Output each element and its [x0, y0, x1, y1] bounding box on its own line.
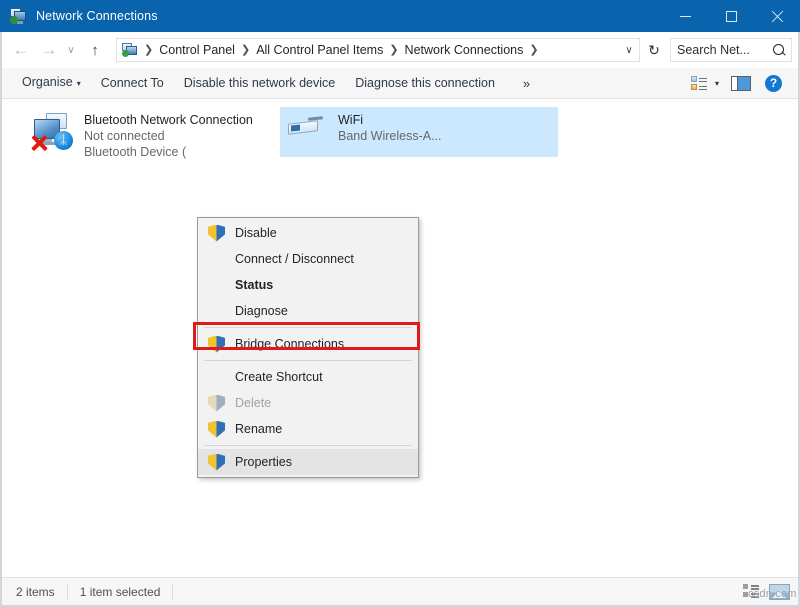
- menu-item-diagnose[interactable]: Diagnose: [198, 298, 418, 324]
- adapter-device: Band Wireless-A...: [338, 128, 442, 144]
- close-button[interactable]: [754, 0, 800, 32]
- shield-icon: [208, 225, 225, 242]
- connect-to-button[interactable]: Connect To: [91, 68, 174, 98]
- menu-item-label: Delete: [235, 396, 271, 410]
- menu-item-label: Properties: [235, 455, 292, 469]
- network-connections-icon: [10, 7, 28, 25]
- shield-icon: [208, 454, 225, 471]
- menu-item-create-shortcut[interactable]: Create Shortcut: [198, 364, 418, 390]
- shield-icon: [208, 336, 225, 353]
- search-icon[interactable]: [773, 44, 786, 57]
- menu-item-status[interactable]: Status: [198, 272, 418, 298]
- adapter-item-bluetooth[interactable]: ᛦ Bluetooth Network Connection Not conne…: [26, 107, 206, 166]
- menu-separator: [204, 327, 412, 328]
- change-view-icon[interactable]: [691, 76, 708, 91]
- menu-item-disable[interactable]: Disable: [198, 220, 418, 246]
- recent-locations-button[interactable]: ∨: [62, 37, 80, 63]
- menu-separator: [204, 360, 412, 361]
- maximize-button[interactable]: [708, 0, 754, 32]
- refresh-icon: ↻: [648, 42, 660, 59]
- close-icon: [771, 10, 784, 23]
- menu-item-label: Diagnose: [235, 304, 288, 318]
- breadcrumb-separator: ❯: [142, 39, 155, 61]
- minimize-icon: [680, 16, 691, 17]
- preview-pane-icon[interactable]: [731, 76, 751, 91]
- menu-item-label: Status: [235, 278, 273, 292]
- adapter-name: Bluetooth Network Connection: [84, 112, 200, 128]
- status-divider: [67, 584, 68, 600]
- help-icon[interactable]: ?: [765, 75, 782, 92]
- diagnose-connection-button[interactable]: Diagnose this connection: [345, 68, 505, 98]
- command-bar-right: ▾ ?: [691, 75, 798, 92]
- adapter-text-wifi: WiFi Band Wireless-A...: [338, 111, 442, 151]
- menu-item-connect-disconnect[interactable]: Connect / Disconnect: [198, 246, 418, 272]
- menu-item-properties[interactable]: Properties: [198, 449, 418, 475]
- command-bar: Organise ▾ Connect To Disable this networ…: [2, 68, 798, 99]
- menu-item-label: Bridge Connections: [235, 337, 344, 351]
- back-button[interactable]: ←: [8, 37, 34, 63]
- maximize-icon: [726, 11, 737, 22]
- menu-item-bridge-connections[interactable]: Bridge Connections: [198, 331, 418, 357]
- breadcrumb-dropdown-icon[interactable]: ∨: [619, 39, 639, 61]
- wifi-adapter-icon: [284, 111, 332, 151]
- status-selection: 1 item selected: [80, 579, 161, 605]
- breadcrumb-separator: ❯: [239, 39, 252, 61]
- shield-icon: [208, 421, 225, 438]
- search-input[interactable]: [677, 43, 773, 57]
- breadcrumb[interactable]: ❯ Control Panel ❯ All Control Panel Item…: [116, 38, 640, 62]
- forward-button[interactable]: →: [36, 37, 62, 63]
- back-arrow-icon: ←: [13, 40, 30, 60]
- breadcrumb-item-control-panel[interactable]: Control Panel: [155, 39, 239, 61]
- view-dropdown-icon[interactable]: ▾: [715, 79, 719, 88]
- window-title: Network Connections: [36, 9, 158, 23]
- disconnected-x-icon: [31, 134, 48, 151]
- adapter-item-wifi[interactable]: WiFi Band Wireless-A...: [280, 107, 558, 157]
- minimize-button[interactable]: [662, 0, 708, 32]
- forward-arrow-icon: →: [41, 40, 58, 60]
- breadcrumb-item-all-control-panel-items[interactable]: All Control Panel Items: [252, 39, 387, 61]
- up-arrow-icon: ↑: [91, 42, 99, 59]
- breadcrumb-network-icon: [122, 42, 138, 58]
- breadcrumb-separator: ❯: [387, 39, 400, 61]
- overflow-button[interactable]: »: [515, 76, 538, 91]
- disable-network-device-button[interactable]: Disable this network device: [174, 68, 345, 98]
- bluetooth-adapter-icon: ᛦ: [30, 111, 78, 155]
- menu-item-label: Rename: [235, 422, 282, 436]
- chevron-down-icon: ∨: [67, 45, 74, 56]
- breadcrumb-separator: ❯: [527, 39, 540, 61]
- watermark: csdn.com: [748, 588, 797, 600]
- adapter-device: Bluetooth Device (: [84, 144, 200, 160]
- status-divider: [172, 584, 173, 600]
- refresh-button[interactable]: ↻: [642, 38, 666, 62]
- breadcrumb-item-network-connections[interactable]: Network Connections: [401, 39, 528, 61]
- shield-icon: [208, 395, 225, 412]
- menu-item-rename[interactable]: Rename: [198, 416, 418, 442]
- organise-button[interactable]: Organise ▾: [12, 67, 91, 99]
- context-menu: Disable Connect / Disconnect Status Diag…: [197, 217, 419, 478]
- adapter-list: ᛦ Bluetooth Network Connection Not conne…: [2, 99, 798, 577]
- address-bar: ← → ∨ ↑ ❯ Control Panel ❯ All Control Pa…: [2, 32, 798, 68]
- menu-item-label: Create Shortcut: [235, 370, 323, 384]
- menu-item-label: Disable: [235, 226, 277, 240]
- adapter-name: WiFi: [338, 112, 442, 128]
- menu-item-delete: Delete: [198, 390, 418, 416]
- status-bar: 2 items 1 item selected: [2, 577, 798, 605]
- menu-item-label: Connect / Disconnect: [235, 252, 354, 266]
- status-item-count: 2 items: [16, 579, 55, 605]
- title-bar: Network Connections: [0, 0, 800, 32]
- search-box[interactable]: [670, 38, 792, 62]
- chevron-down-icon: ▾: [77, 79, 81, 88]
- organise-label: Organise: [22, 75, 73, 89]
- bluetooth-icon: ᛦ: [54, 131, 73, 150]
- adapter-text-bluetooth: Bluetooth Network Connection Not connect…: [84, 111, 200, 160]
- menu-separator: [204, 445, 412, 446]
- network-connections-window: Network Connections ← → ∨ ↑ ❯ Control Pa…: [0, 0, 800, 607]
- adapter-status: Not connected: [84, 128, 200, 144]
- caption-buttons: [662, 0, 800, 32]
- up-button[interactable]: ↑: [82, 37, 108, 63]
